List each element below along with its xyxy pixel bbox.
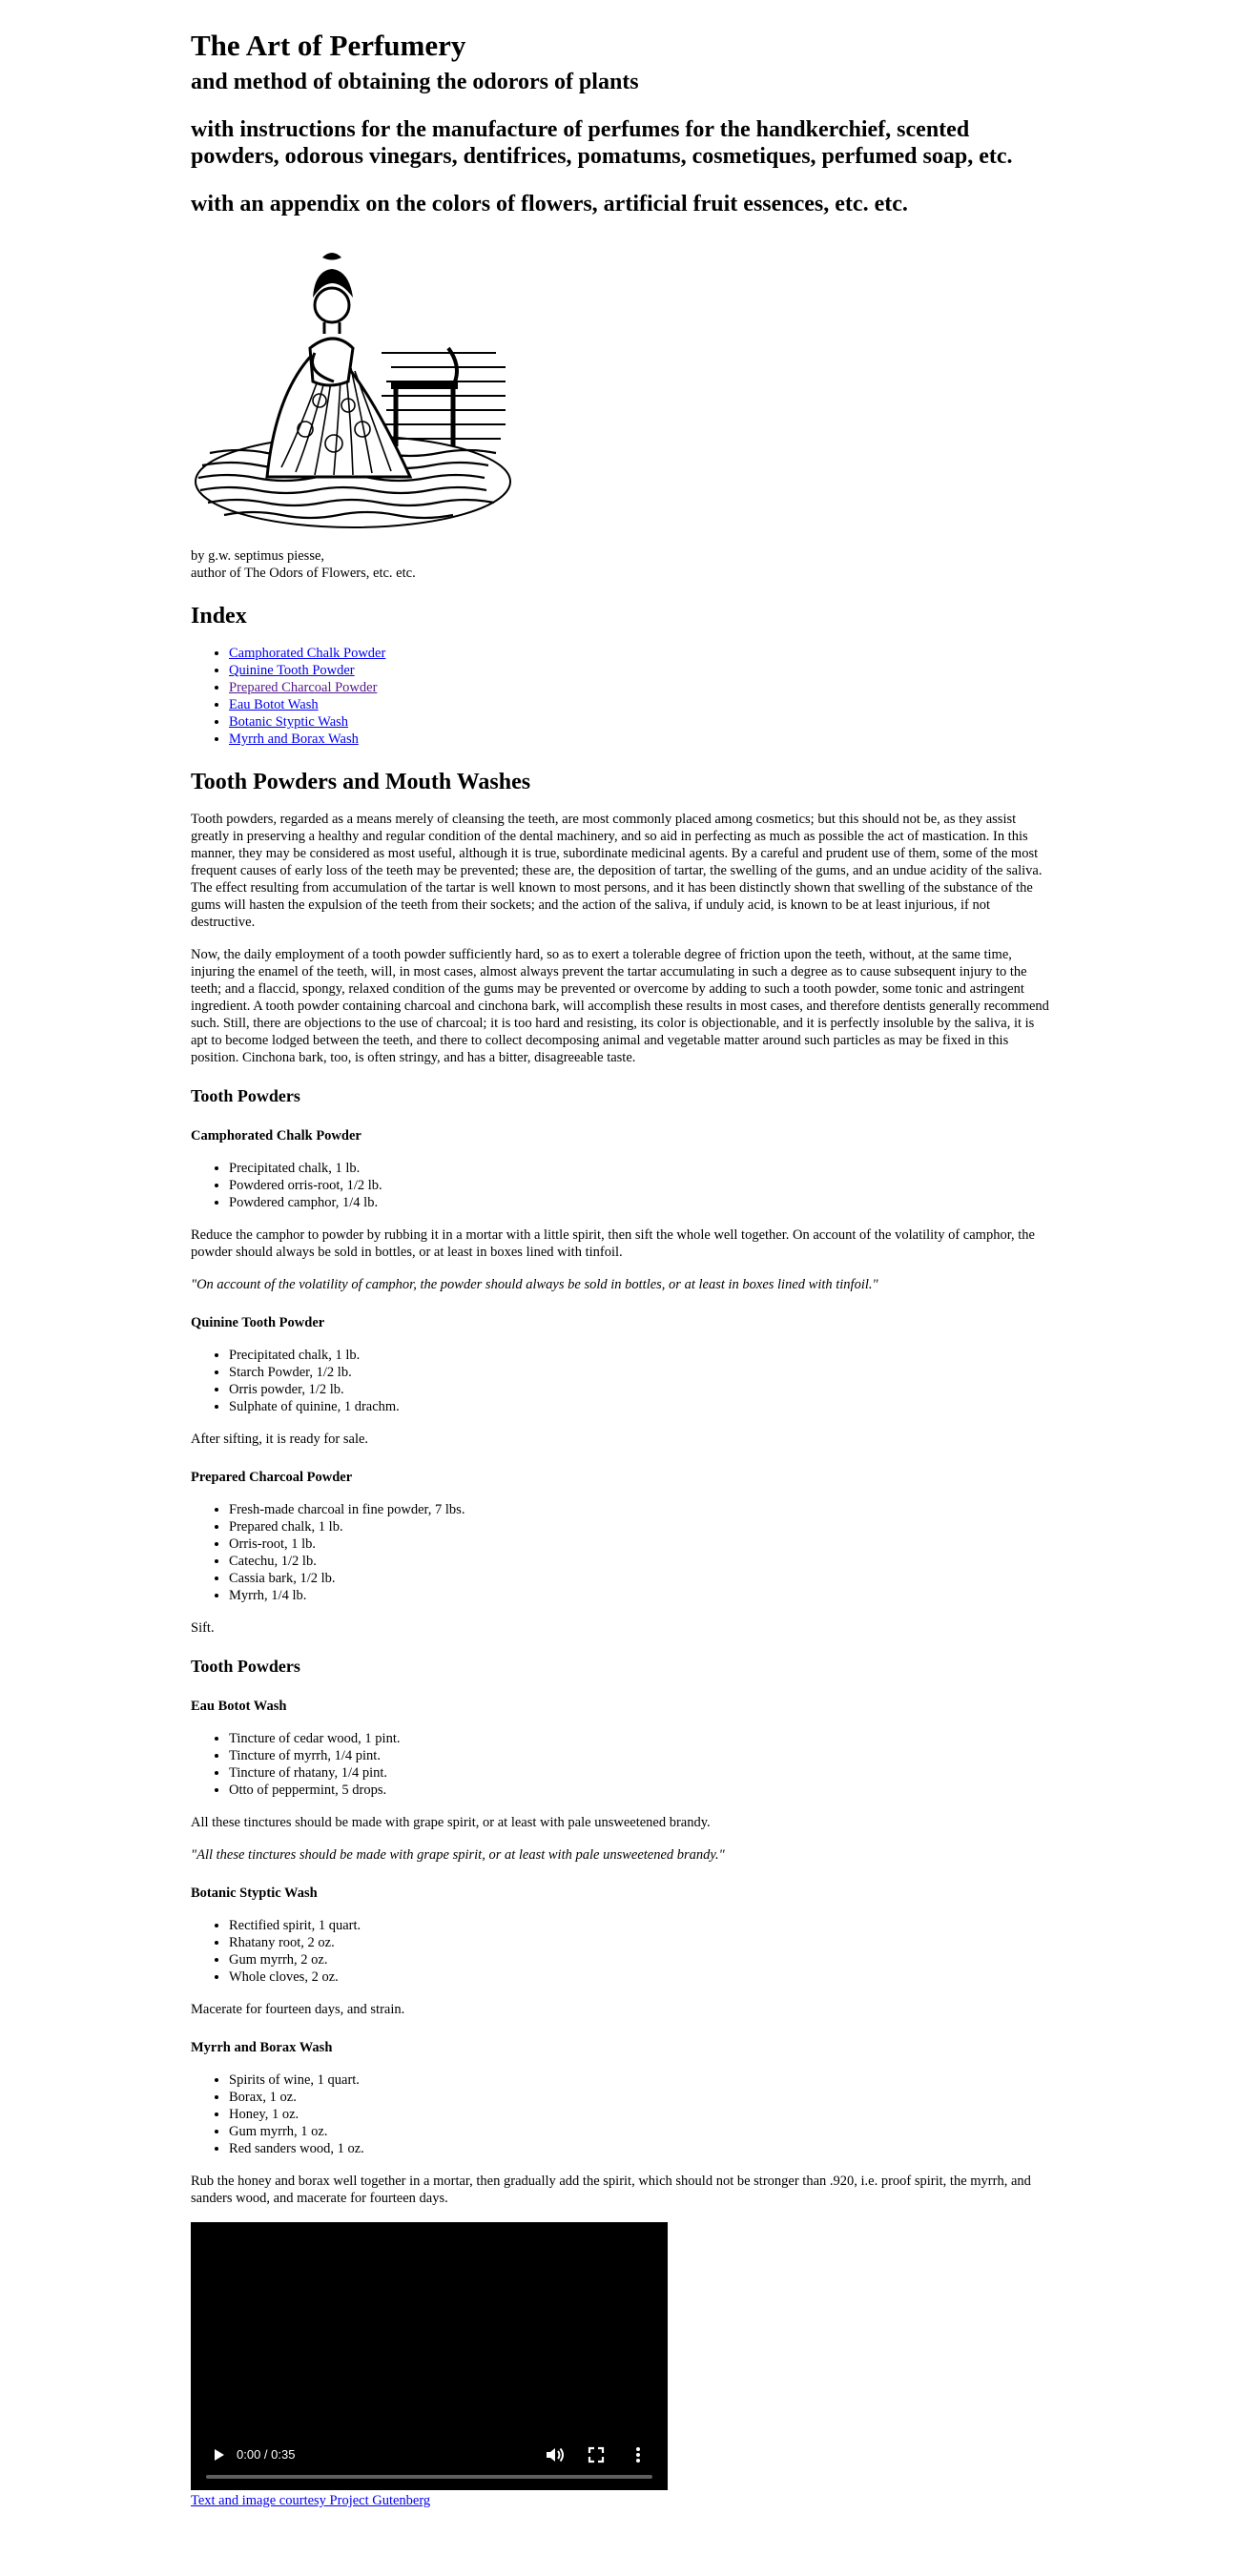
ingredient-item: Sulphate of quinine, 1 drachm.	[229, 1398, 1049, 1415]
recipe-heading-prepared-charcoal-powder: Prepared Charcoal Powder	[191, 1470, 353, 1485]
index-item: Eau Botot Wash	[229, 696, 1049, 713]
recipe-heading-eau-botot-wash: Eau Botot Wash	[191, 1699, 287, 1714]
ingredient-list: Spirits of wine, 1 quart. Borax, 1 oz. H…	[191, 2071, 1049, 2157]
recipe-heading-camphorated-chalk-powder: Camphorated Chalk Powder	[191, 1128, 361, 1144]
index-list: Camphorated Chalk Powder Quinine Tooth P…	[191, 645, 1049, 748]
ingredient-item: Red sanders wood, 1 oz.	[229, 2140, 1049, 2157]
ingredient-list: Fresh-made charcoal in fine powder, 7 lb…	[191, 1501, 1049, 1604]
byline-author: by g.w. septimus piesse,	[191, 548, 325, 564]
play-icon[interactable]	[208, 2444, 229, 2465]
subtitle-appendix: with an appendix on the colors of flower…	[191, 192, 908, 216]
frontispiece-illustration	[195, 253, 511, 528]
recipe-instructions: After sifting, it is ready for sale.	[191, 1432, 369, 1447]
index-item: Camphorated Chalk Powder	[229, 645, 1049, 662]
video-time: 0:00 / 0:35	[237, 2447, 296, 2462]
recipe-heading-quinine-tooth-powder: Quinine Tooth Powder	[191, 1315, 325, 1330]
recipe-heading-myrrh-and-borax-wash: Myrrh and Borax Wash	[191, 2040, 333, 2055]
ingredient-item: Tincture of cedar wood, 1 pint.	[229, 1730, 1049, 1747]
ingredient-item: Rectified spirit, 1 quart.	[229, 1917, 1049, 1934]
ingredient-item: Prepared chalk, 1 lb.	[229, 1518, 1049, 1535]
section-heading-tooth-powders: Tooth Powders	[191, 1086, 300, 1105]
more-options-icon[interactable]	[628, 2444, 649, 2465]
recipe-instructions: Sift.	[191, 1620, 215, 1636]
recipe-heading-botanic-styptic-wash: Botanic Styptic Wash	[191, 1886, 318, 1901]
ingredient-item: Catechu, 1/2 lb.	[229, 1553, 1049, 1570]
ingredient-item: Tincture of rhatany, 1/4 pint.	[229, 1764, 1049, 1782]
page-title: The Art of Perfumery	[191, 29, 466, 62]
ingredient-item: Tincture of myrrh, 1/4 pint.	[229, 1747, 1049, 1764]
ingredient-item: Spirits of wine, 1 quart.	[229, 2071, 1049, 2089]
volume-icon[interactable]	[544, 2444, 565, 2465]
subtitle-instructions: with instructions for the manufacture of…	[191, 117, 1013, 169]
index-link-prepared-charcoal-powder[interactable]: Prepared Charcoal Powder	[229, 680, 377, 695]
video-progress-bar[interactable]	[206, 2475, 652, 2479]
ingredient-list: Tincture of cedar wood, 1 pint. Tincture…	[191, 1730, 1049, 1799]
index-link-quinine-tooth-powder[interactable]: Quinine Tooth Powder	[229, 663, 355, 678]
ingredient-item: Honey, 1 oz.	[229, 2106, 1049, 2123]
recipe-pull-quote: "All these tinctures should be made with…	[191, 1847, 725, 1863]
index-heading: Index	[191, 604, 247, 629]
ingredient-item: Precipitated chalk, 1 lb.	[229, 1160, 1049, 1177]
ingredient-list: Precipitated chalk, 1 lb. Powdered orris…	[191, 1160, 1049, 1211]
index-item: Quinine Tooth Powder	[229, 662, 1049, 679]
index-link-myrrh-and-borax-wash[interactable]: Myrrh and Borax Wash	[229, 732, 359, 747]
recipe-pull-quote: "On account of the volatility of camphor…	[191, 1277, 878, 1292]
recipe-instructions: Rub the honey and borax well together in…	[191, 2174, 1031, 2206]
ingredient-item: Starch Powder, 1/2 lb.	[229, 1364, 1049, 1381]
index-link-botanic-styptic-wash[interactable]: Botanic Styptic Wash	[229, 714, 348, 730]
ingredient-item: Borax, 1 oz.	[229, 2089, 1049, 2106]
intro-paragraph-2: Now, the daily employment of a tooth pow…	[191, 947, 1049, 1065]
ingredient-item: Otto of peppermint, 5 drops.	[229, 1782, 1049, 1799]
ingredient-item: Orris-root, 1 lb.	[229, 1535, 1049, 1553]
byline-credentials: author of The Odors of Flowers, etc. etc…	[191, 566, 416, 581]
video-controls: 0:00 / 0:35	[191, 2437, 668, 2490]
video-player[interactable]: 0:00 / 0:35	[191, 2222, 668, 2490]
ingredient-item: Myrrh, 1/4 lb.	[229, 1587, 1049, 1604]
recipe-instructions: Macerate for fourteen days, and strain.	[191, 2002, 405, 2017]
index-item: Myrrh and Borax Wash	[229, 731, 1049, 748]
fullscreen-icon[interactable]	[586, 2444, 607, 2465]
index-link-eau-botot-wash[interactable]: Eau Botot Wash	[229, 697, 319, 712]
ingredient-list: Precipitated chalk, 1 lb. Starch Powder,…	[191, 1347, 1049, 1415]
credit-link[interactable]: Text and image courtesy Project Gutenber…	[191, 2492, 1049, 2509]
ingredient-item: Orris powder, 1/2 lb.	[229, 1381, 1049, 1398]
intro-paragraph-1: Tooth powders, regarded as a means merel…	[191, 812, 1043, 930]
ingredient-item: Powdered orris-root, 1/2 lb.	[229, 1177, 1049, 1194]
recipe-instructions: Reduce the camphor to powder by rubbing …	[191, 1227, 1035, 1260]
main-heading: Tooth Powders and Mouth Washes	[191, 770, 531, 794]
ingredient-item: Cassia bark, 1/2 lb.	[229, 1570, 1049, 1587]
section-heading-mouth-washes: Tooth Powders	[191, 1657, 300, 1676]
subtitle-odors: and method of obtaining the odorors of p…	[191, 70, 639, 94]
recipe-instructions: All these tinctures should be made with …	[191, 1815, 711, 1830]
ingredient-item: Gum myrrh, 1 oz.	[229, 2123, 1049, 2140]
index-item: Botanic Styptic Wash	[229, 713, 1049, 731]
index-item: Prepared Charcoal Powder	[229, 679, 1049, 696]
ingredient-item: Rhatany root, 2 oz.	[229, 1934, 1049, 1951]
ingredient-item: Fresh-made charcoal in fine powder, 7 lb…	[229, 1501, 1049, 1518]
ingredient-item: Precipitated chalk, 1 lb.	[229, 1347, 1049, 1364]
index-link-camphorated-chalk-powder[interactable]: Camphorated Chalk Powder	[229, 646, 385, 661]
page: The Art of Perfumery and method of obtai…	[191, 0, 1049, 2509]
byline: by g.w. septimus piesse, author of The O…	[191, 547, 1049, 582]
ingredient-item: Whole cloves, 2 oz.	[229, 1968, 1049, 1986]
ingredient-item: Powdered camphor, 1/4 lb.	[229, 1194, 1049, 1211]
ingredient-item: Gum myrrh, 2 oz.	[229, 1951, 1049, 1968]
ingredient-list: Rectified spirit, 1 quart. Rhatany root,…	[191, 1917, 1049, 1986]
